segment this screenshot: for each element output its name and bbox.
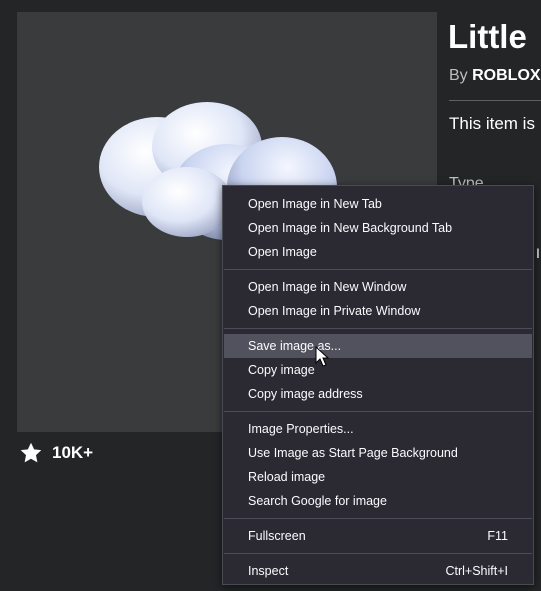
menu-item-use-image-start-page-background[interactable]: Use Image as Start Page Background: [224, 441, 532, 465]
side-text-fragment: I: [536, 245, 540, 261]
menu-item-image-properties[interactable]: Image Properties...: [224, 417, 532, 441]
menu-separator: [224, 411, 532, 412]
menu-item-reload-image[interactable]: Reload image: [224, 465, 532, 489]
menu-item-open-image-new-tab[interactable]: Open Image in New Tab: [224, 192, 532, 216]
mouse-pointer-icon: [315, 346, 330, 367]
by-prefix: By: [449, 67, 468, 84]
menu-item-inspect[interactable]: Inspect Ctrl+Shift+I: [224, 559, 532, 583]
star-icon: [20, 442, 42, 463]
item-description: This item is: [449, 114, 535, 133]
creator-byline: By ROBLOX: [449, 67, 541, 85]
menu-item-search-google-for-image[interactable]: Search Google for image: [224, 489, 532, 513]
creator-link[interactable]: ROBLOX: [472, 67, 540, 84]
favorite-count[interactable]: 10K+: [18, 440, 93, 466]
divider: [449, 100, 541, 101]
menu-item-copy-image[interactable]: Copy image: [224, 358, 532, 382]
favorite-count-label: 10K+: [52, 443, 94, 462]
menu-item-open-image-new-window[interactable]: Open Image in New Window: [224, 275, 532, 299]
menu-item-open-image-private-window[interactable]: Open Image in Private Window: [224, 299, 532, 323]
menu-item-fullscreen[interactable]: Fullscreen F11: [224, 524, 532, 548]
menu-separator: [224, 328, 532, 329]
item-title: Little: [448, 18, 527, 55]
menu-separator: [224, 553, 532, 554]
menu-separator: [224, 518, 532, 519]
menu-separator: [224, 269, 532, 270]
menu-item-open-image[interactable]: Open Image: [224, 240, 532, 264]
menu-item-open-image-background-tab[interactable]: Open Image in New Background Tab: [224, 216, 532, 240]
menu-item-copy-image-address[interactable]: Copy image address: [224, 382, 532, 406]
menu-item-save-image-as[interactable]: Save image as...: [224, 334, 532, 358]
context-menu: Open Image in New Tab Open Image in New …: [222, 185, 534, 585]
